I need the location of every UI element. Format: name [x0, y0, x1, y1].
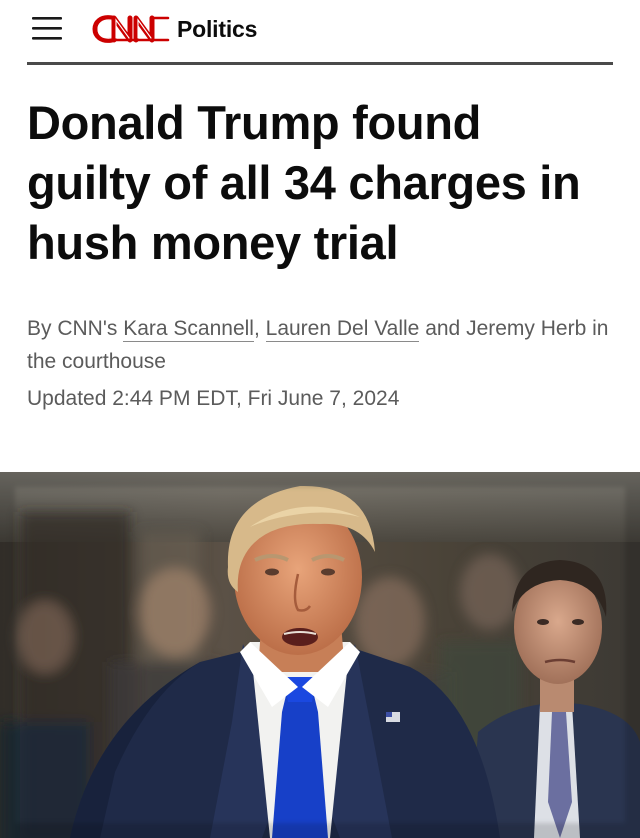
byline-prefix: By CNN's — [27, 317, 118, 340]
cnn-logo[interactable] — [92, 11, 172, 47]
site-header: Politics — [0, 0, 640, 65]
section-label-politics[interactable]: Politics — [177, 14, 257, 44]
author-link-lauren-del-valle[interactable]: Lauren Del Valle — [265, 317, 420, 342]
hamburger-menu-icon[interactable] — [32, 16, 62, 40]
author-link-kara-scannell[interactable]: Kara Scannell — [123, 317, 254, 342]
article-headline: Donald Trump found guilty of all 34 char… — [27, 96, 581, 269]
hero-image[interactable] — [0, 472, 640, 838]
article-byline: By CNN's Kara Scannell, Lauren Del Valle… — [27, 312, 613, 378]
article-timestamp: Updated 2:44 PM EDT, Fri June 7, 2024 — [27, 387, 400, 410]
header-divider — [27, 62, 613, 65]
hero-photo-illustration — [0, 472, 640, 838]
byline-separator: , — [253, 317, 260, 340]
